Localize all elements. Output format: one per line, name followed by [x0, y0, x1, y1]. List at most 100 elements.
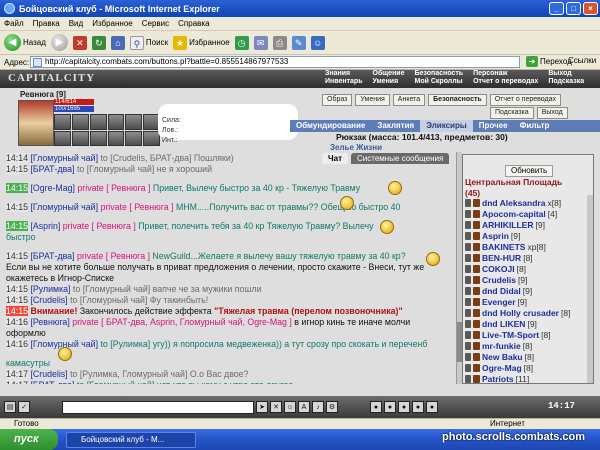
online-user[interactable]: Ogre-Mag [8] — [465, 362, 593, 373]
nav-hint[interactable]: Подсказка — [545, 78, 587, 86]
private-msg-icon[interactable] — [465, 209, 471, 218]
exit-button[interactable]: Выход — [536, 107, 568, 119]
taskbar-ie-window[interactable]: Бойцовский клуб - M... — [66, 431, 196, 448]
private-msg-icon[interactable] — [465, 330, 471, 339]
menu-edit[interactable]: Правка — [33, 19, 60, 28]
option-icon[interactable]: ● — [384, 401, 396, 413]
menu-favorites[interactable]: Избранное — [92, 19, 133, 28]
go-button[interactable]: ➜ Переход — [526, 56, 572, 67]
private-msg-icon[interactable] — [465, 264, 471, 273]
private-msg-icon[interactable] — [465, 374, 471, 383]
online-user[interactable]: BEN-HUR [8] — [465, 252, 593, 263]
equip-slot[interactable] — [107, 130, 125, 146]
settings-icon[interactable]: ⚙ — [326, 401, 338, 413]
nav-scrolls[interactable]: Мой Скроллы — [412, 78, 467, 86]
chat-nick[interactable]: [Ревнюга] — [30, 317, 69, 327]
minimize-button[interactable]: _ — [549, 2, 564, 15]
option-icon[interactable]: ● — [398, 401, 410, 413]
option-icon[interactable]: ● — [370, 401, 382, 413]
online-user[interactable]: mr-funkie [8] — [465, 340, 593, 351]
tab-equipment[interactable]: Обмундирование — [290, 120, 371, 132]
private-msg-icon[interactable] — [465, 242, 471, 251]
option-icon[interactable]: ● — [426, 401, 438, 413]
forward-button[interactable]: ▶ — [50, 34, 68, 51]
search-button[interactable]: ⚲ Поиск — [129, 35, 168, 50]
character-portrait[interactable] — [18, 100, 54, 146]
online-user[interactable]: Asprin [9] — [465, 230, 593, 241]
hint-button[interactable]: Подсказка — [490, 107, 534, 119]
chat-nick[interactable]: [Asprin] — [30, 221, 60, 231]
window-titlebar[interactable]: Бойцовский клуб - Microsoft Internet Exp… — [0, 0, 600, 17]
address-input[interactable]: http://capitalcity.combats.com/buttons.p… — [30, 56, 520, 68]
tab-filter[interactable]: Фильтр — [514, 120, 556, 132]
nav-skills[interactable]: Умения — [370, 78, 408, 86]
chat-nick[interactable]: [Гломурный чай] — [30, 202, 98, 212]
online-user[interactable]: BAKINETS xp[8] — [465, 241, 593, 252]
nav-transfers[interactable]: Отчет о переводах — [470, 78, 541, 86]
tab-chat[interactable]: Чат — [322, 153, 348, 164]
private-msg-icon[interactable] — [465, 352, 471, 361]
tab-other[interactable]: Прочее — [473, 120, 514, 132]
private-msg-icon[interactable] — [465, 341, 471, 350]
online-user[interactable]: dnd LIKEN [9] — [465, 318, 593, 329]
nav-inventory[interactable]: Инвентарь — [322, 78, 366, 86]
online-user[interactable]: dnd Holly crusader [8] — [465, 307, 593, 318]
chat-nick[interactable]: [БРАТ-два] — [30, 380, 74, 384]
tab-elixirs[interactable]: Эликсиры — [420, 120, 473, 132]
menu-help[interactable]: Справка — [178, 19, 209, 28]
chat-nick[interactable]: [Гломурный чай] — [30, 153, 98, 163]
favorites-button[interactable]: ★ Избранное — [173, 35, 230, 50]
private-msg-icon[interactable] — [465, 308, 471, 317]
item-hint[interactable]: Зелье Жизни — [330, 143, 382, 152]
chat-nick[interactable]: [Ogre-Mag] — [30, 183, 75, 193]
equip-slot[interactable] — [89, 114, 107, 130]
chat-nick[interactable]: [Crudelis] — [30, 369, 67, 379]
nav-security[interactable]: Безопасность — [412, 70, 467, 78]
menu-view[interactable]: Вид — [69, 19, 83, 28]
clear-icon[interactable]: ✕ — [270, 401, 282, 413]
menu-tools[interactable]: Сервис — [142, 19, 169, 28]
private-msg-icon[interactable] — [465, 253, 471, 262]
private-msg-icon[interactable] — [465, 198, 471, 207]
print-icon[interactable]: ⎙ — [272, 35, 287, 50]
equip-slot[interactable] — [125, 114, 143, 130]
history-icon[interactable]: ◷ — [234, 35, 249, 50]
chat-nick[interactable]: [БРАТ-два] — [30, 164, 74, 174]
edit-icon[interactable]: ✎ — [291, 35, 306, 50]
online-user[interactable]: ARHIKILLER [9] — [465, 219, 593, 230]
tab-system-messages[interactable]: Системные сообщения — [351, 153, 450, 164]
translit-icon[interactable]: A — [298, 401, 310, 413]
maximize-button[interactable]: □ — [566, 2, 581, 15]
back-button[interactable]: ◀ Назад — [4, 34, 46, 51]
equip-slot[interactable] — [125, 130, 143, 146]
private-msg-icon[interactable] — [465, 220, 471, 229]
nav-knowledge[interactable]: Знания — [322, 70, 366, 78]
private-msg-icon[interactable] — [465, 297, 471, 306]
filter-icon[interactable]: ▤ — [4, 401, 16, 413]
equip-slot[interactable] — [71, 114, 89, 130]
security-button[interactable]: Безопасность — [428, 94, 487, 106]
tab-spells[interactable]: Заклятия — [371, 120, 420, 132]
private-msg-icon[interactable] — [465, 363, 471, 372]
nav-exit[interactable]: Выход — [545, 70, 587, 78]
chat-input[interactable] — [62, 400, 254, 414]
online-user[interactable]: dnd Didal [9] — [465, 285, 593, 296]
mail-icon[interactable]: ✉ — [253, 35, 268, 50]
private-msg-icon[interactable] — [465, 286, 471, 295]
online-user[interactable]: COKOJI [8] — [465, 263, 593, 274]
stop-icon[interactable]: ✕ — [72, 35, 87, 50]
messenger-icon[interactable]: ☺ — [310, 35, 325, 50]
online-user[interactable]: Crudelis [9] — [465, 274, 593, 285]
online-scrollbar[interactable] — [587, 195, 593, 383]
skills-button[interactable]: Умения — [355, 94, 390, 106]
refresh-icon[interactable]: ↻ — [91, 35, 106, 50]
chat-mode-icon[interactable]: ✓ — [18, 401, 30, 413]
start-button[interactable]: пуск — [0, 429, 58, 450]
profile-button[interactable]: Анкета — [392, 94, 426, 106]
refresh-button[interactable]: Обновить — [505, 165, 554, 177]
send-icon[interactable]: ➤ — [256, 401, 268, 413]
online-user[interactable]: Live-TM-Sport [8] — [465, 329, 593, 340]
option-icon[interactable]: ● — [412, 401, 424, 413]
online-user[interactable]: Apocom-capital [4] — [465, 208, 593, 219]
nav-social[interactable]: Общение — [370, 70, 408, 78]
